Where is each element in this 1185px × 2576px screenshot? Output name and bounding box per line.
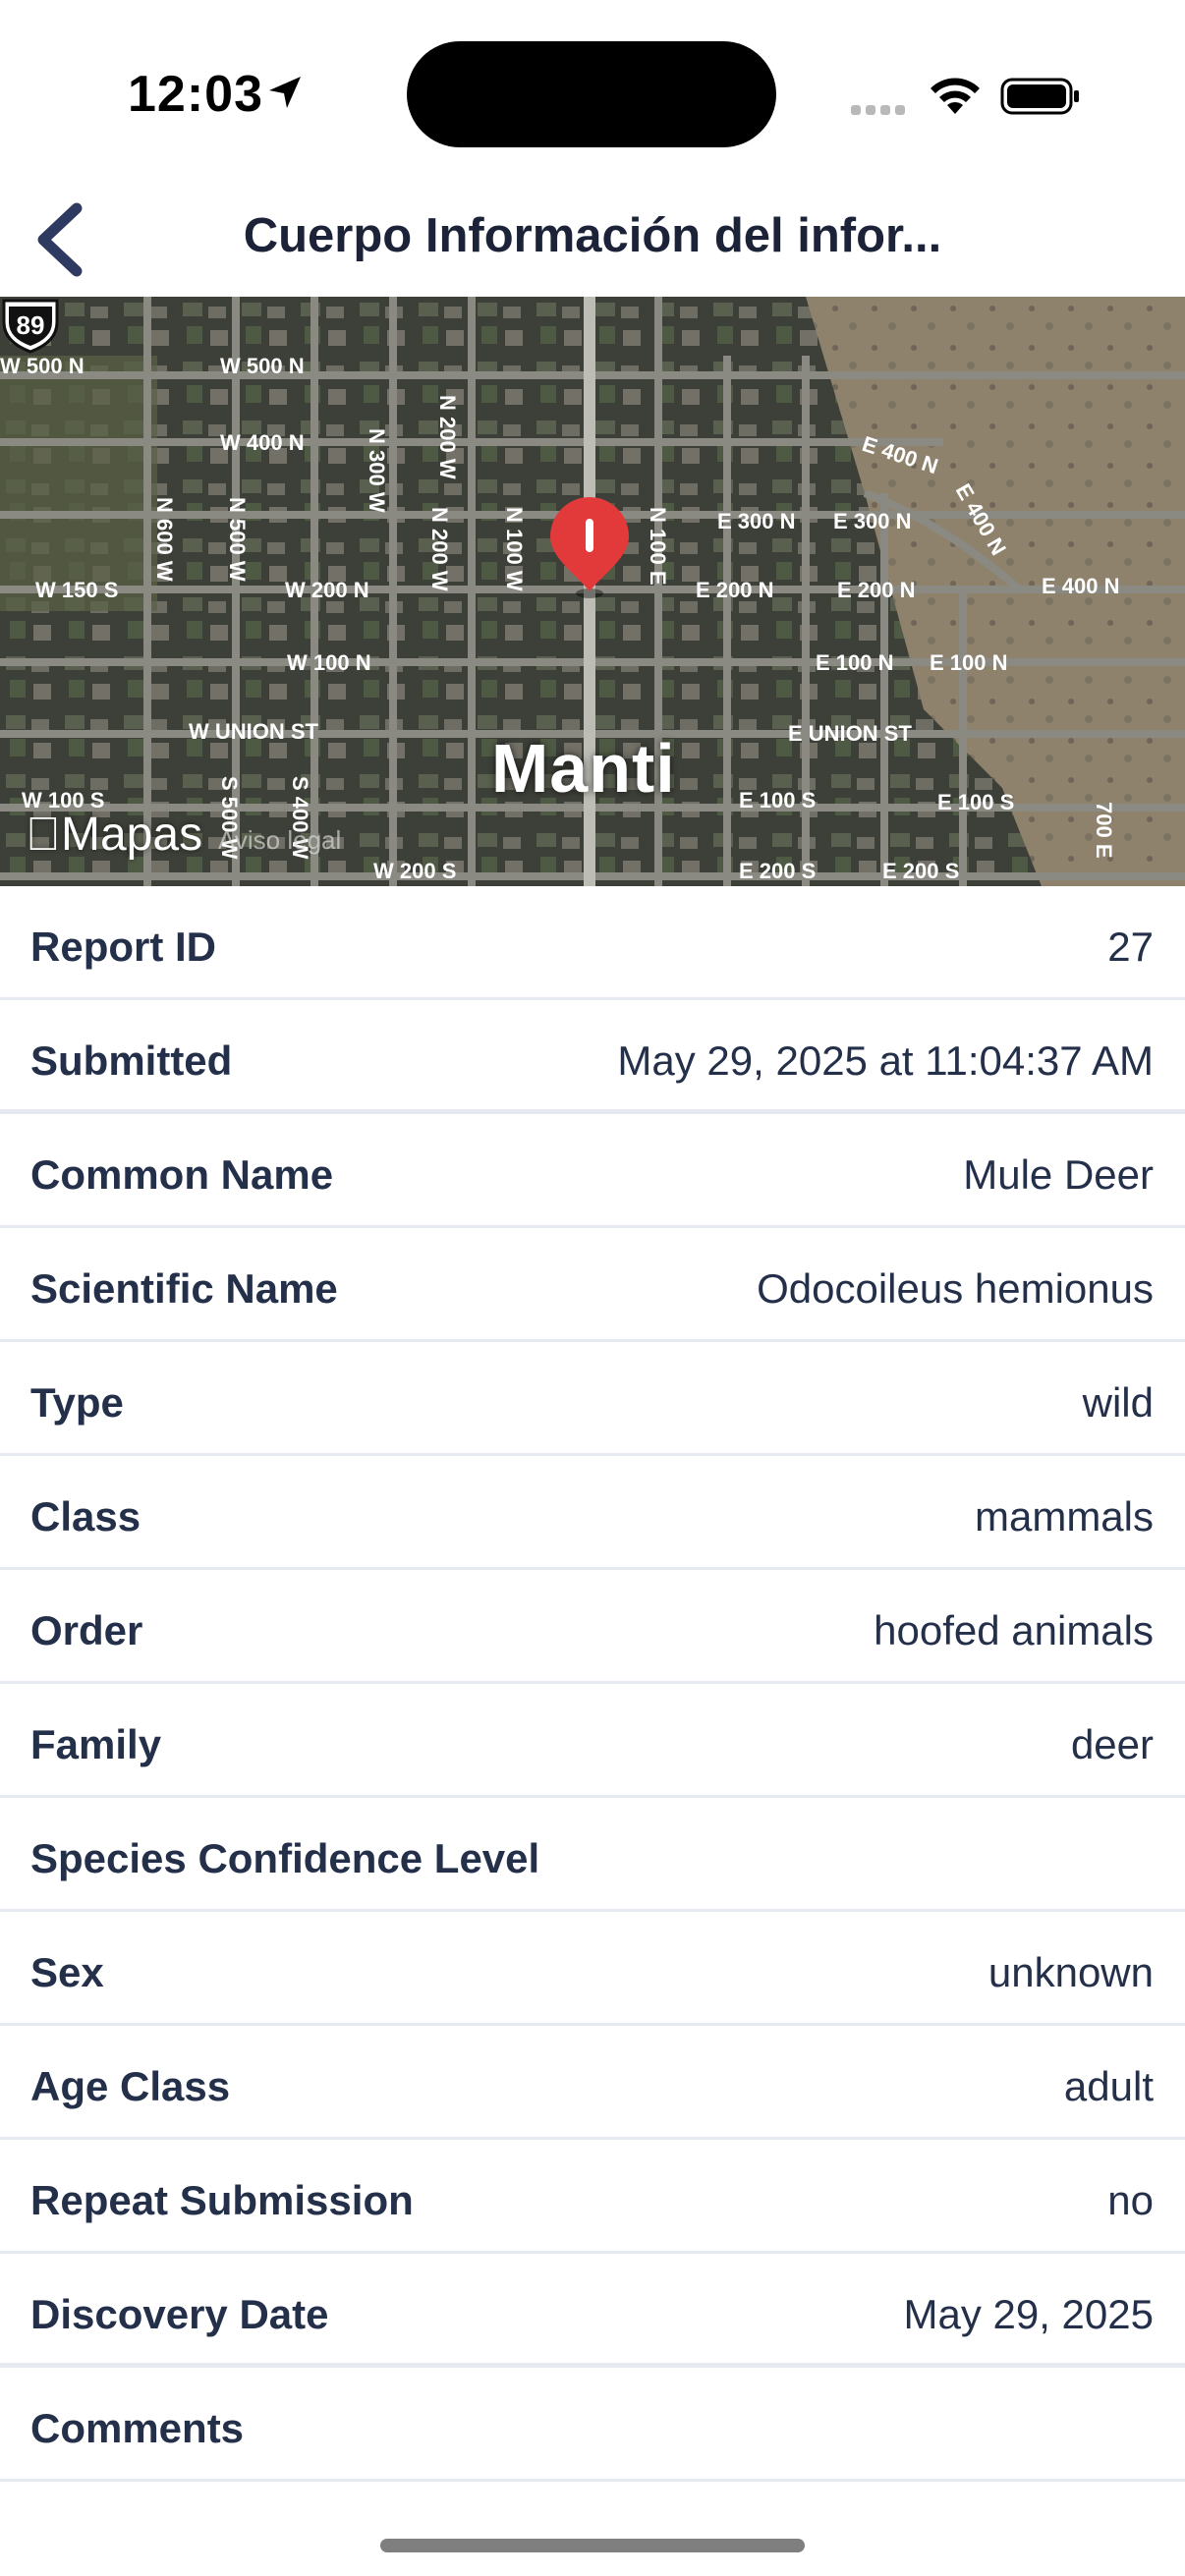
detail-label: Comments <box>30 2405 245 2451</box>
status-bar: 12:03 <box>0 0 1185 177</box>
detail-row-report-id: Report ID 27 <box>0 886 1185 1000</box>
detail-label: Order <box>30 1607 143 1653</box>
street-label: 700 E <box>1092 802 1116 859</box>
detail-label: Type <box>30 1379 124 1426</box>
street-label: E 100 S <box>937 790 1014 814</box>
street-label: E 100 N <box>930 650 1008 675</box>
street-label: E 100 S <box>739 788 816 812</box>
street-label: E 200 N <box>696 578 774 602</box>
detail-value: 27 <box>1107 924 1154 970</box>
location-map[interactable]: W 500 N W 500 N W 400 N E 400 N N 200 W … <box>0 297 1185 886</box>
detail-row-family: Family deer <box>0 1684 1185 1798</box>
detail-label: Scientific Name <box>30 1265 338 1312</box>
back-chevron-icon[interactable] <box>22 200 96 279</box>
street-label: E 100 N <box>816 650 894 675</box>
detail-value: mammals <box>974 1493 1154 1540</box>
street-label: W 500 N <box>220 354 305 378</box>
detail-label: Report ID <box>30 924 216 970</box>
home-indicator[interactable] <box>380 2539 805 2552</box>
street-label: E 200 N <box>837 578 916 602</box>
detail-value: May 29, 2025 at 11:04:37 AM <box>617 1037 1154 1084</box>
map-city-label: Manti <box>491 730 676 807</box>
detail-value: Odocoileus hemionus <box>757 1265 1154 1312</box>
detail-value: deer <box>1070 1721 1154 1767</box>
detail-label: Species Confidence Level <box>30 1835 540 1881</box>
detail-row-sex: Sex unknown <box>0 1912 1185 2026</box>
street-label: W UNION ST <box>189 719 319 744</box>
street-label: W 400 N <box>220 430 305 455</box>
detail-label: Common Name <box>30 1151 334 1198</box>
detail-label: Discovery Date <box>30 2291 329 2337</box>
detail-row-repeat-submission: Repeat Submission no <box>0 2140 1185 2254</box>
detail-value: May 29, 2025 <box>903 2291 1154 2337</box>
detail-value: Mule Deer <box>963 1151 1154 1198</box>
street-label: N 500 W <box>225 497 250 582</box>
street-label: E 400 N <box>1042 574 1120 598</box>
detail-row-species-confidence: Species Confidence Level <box>0 1798 1185 1912</box>
detail-value: hoofed animals <box>874 1607 1154 1653</box>
detail-label: Repeat Submission <box>30 2177 414 2223</box>
map-legal-link[interactable]: Aviso legal <box>218 825 341 856</box>
street-label: W 500 N <box>0 354 85 378</box>
apple-logo-icon:  <box>26 809 61 861</box>
detail-value: no <box>1107 2177 1154 2223</box>
street-label: W 150 S <box>35 578 118 602</box>
maps-provider-logo: Mapas <box>26 809 202 861</box>
detail-value: adult <box>1063 2063 1154 2109</box>
detail-row-common-name: Common Name Mule Deer <box>0 1114 1185 1228</box>
location-pin-icon[interactable] <box>546 493 633 601</box>
street-label: N 200 W <box>435 395 460 479</box>
detail-label: Age Class <box>30 2063 231 2109</box>
street-label: E 200 S <box>739 859 816 883</box>
street-label: W 100 N <box>287 650 371 675</box>
street-label: N 100 W <box>502 507 527 591</box>
street-label: E 300 N <box>833 509 912 533</box>
report-details-list: Report ID 27 Submitted May 29, 2025 at 1… <box>0 886 1185 2482</box>
highway-shield-icon: 89 <box>2 299 59 354</box>
detail-row-type: Type wild <box>0 1342 1185 1456</box>
street-label: E UNION ST <box>788 721 912 746</box>
detail-label: Sex <box>30 1949 104 1995</box>
detail-label: Submitted <box>30 1037 233 1084</box>
detail-label: Class <box>30 1493 141 1540</box>
detail-row-submitted: Submitted May 29, 2025 at 11:04:37 AM <box>0 1000 1185 1114</box>
street-label: W 200 N <box>285 578 369 602</box>
street-label: E 300 N <box>717 509 796 533</box>
detail-row-comments: Comments <box>0 2368 1185 2482</box>
street-label: N 200 W <box>427 507 452 591</box>
street-label: N 300 W <box>365 428 389 513</box>
detail-row-class: Class mammals <box>0 1456 1185 1570</box>
detail-row-age-class: Age Class adult <box>0 2026 1185 2140</box>
street-label: N 100 E <box>646 507 670 586</box>
detail-value: wild <box>1082 1379 1154 1426</box>
detail-row-discovery-date: Discovery Date May 29, 2025 <box>0 2254 1185 2368</box>
street-label: N 600 W <box>152 497 177 582</box>
detail-row-scientific-name: Scientific Name Odocoileus hemionus <box>0 1228 1185 1342</box>
wifi-icon <box>931 78 980 114</box>
location-arrow-icon <box>269 77 301 108</box>
detail-value: unknown <box>988 1949 1154 1995</box>
status-time: 12:03 <box>128 66 263 123</box>
dynamic-island <box>407 41 776 147</box>
highway-number: 89 <box>17 310 45 340</box>
page-title: Cuerpo Información del infor... <box>243 209 942 262</box>
detail-label: Family <box>30 1721 162 1767</box>
detail-row-order: Order hoofed animals <box>0 1570 1185 1684</box>
street-label: W 200 S <box>373 859 456 883</box>
battery-icon <box>1000 78 1079 115</box>
cellular-signal-icon <box>851 102 910 116</box>
street-label: E 200 S <box>882 859 959 883</box>
